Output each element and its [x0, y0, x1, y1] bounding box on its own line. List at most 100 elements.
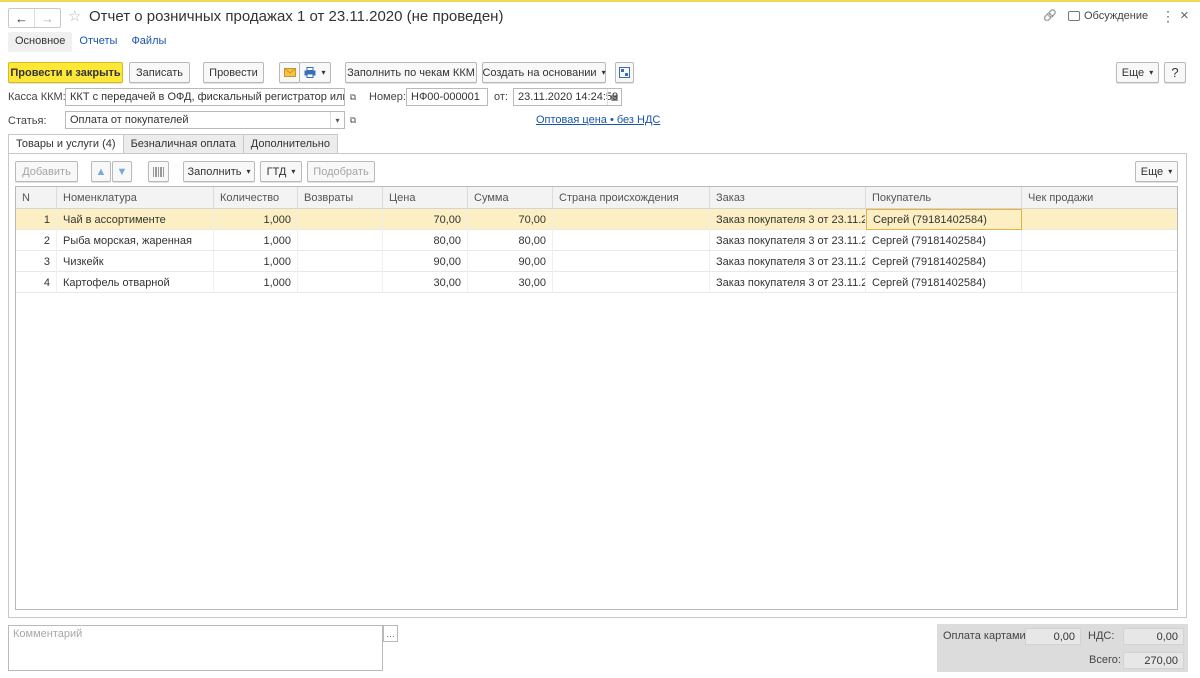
calendar-icon[interactable]: ▦ — [607, 89, 621, 105]
move-up-button[interactable]: ▲ — [91, 161, 111, 182]
cell-returns[interactable] — [298, 209, 383, 230]
arrow-down-icon: ▼ — [116, 165, 128, 178]
barcode-button[interactable] — [148, 161, 169, 182]
gtd-button[interactable]: ГТД ▾ — [260, 161, 302, 182]
cell-returns[interactable] — [298, 251, 383, 272]
price-type-link[interactable]: Оптовая цена • без НДС — [536, 114, 660, 126]
cell-sum[interactable]: 30,00 — [468, 272, 553, 293]
move-down-button[interactable]: ▼ — [112, 161, 132, 182]
save-button[interactable]: Записать — [129, 62, 190, 83]
cell-price[interactable]: 30,00 — [383, 272, 468, 293]
section-tab-files[interactable]: Файлы — [124, 32, 173, 52]
cell-buyer[interactable]: Сергей (79181402584) — [866, 272, 1022, 293]
cell-nomenclature[interactable]: Картофель отварной — [57, 272, 214, 293]
number-label: Номер: — [369, 91, 406, 103]
column-header-country[interactable]: Страна происхождения — [553, 187, 710, 208]
cell-country[interactable] — [553, 209, 710, 230]
kassa-field[interactable]: ККТ с передачей в ОФД, фискальный регист… — [65, 88, 345, 106]
cell-buyer[interactable]: Сергей (79181402584) — [866, 209, 1022, 230]
article-field[interactable]: Оплата от покупателей ▾ — [65, 111, 345, 129]
column-header-quantity[interactable]: Количество — [214, 187, 298, 208]
cell-order[interactable]: Заказ покупателя 3 от 23.11.2... — [710, 209, 866, 230]
cell-receipt[interactable] — [1022, 272, 1177, 293]
cell-sum[interactable]: 90,00 — [468, 251, 553, 272]
forward-arrow-icon[interactable]: → — [34, 9, 60, 27]
cell-buyer[interactable]: Сергей (79181402584) — [866, 230, 1022, 251]
section-tab-main[interactable]: Основное — [8, 32, 73, 52]
tab-goods-services[interactable]: Товары и услуги (4) — [8, 134, 124, 154]
star-icon[interactable]: ☆ — [68, 7, 81, 25]
cell-nomenclature[interactable]: Чизкейк — [57, 251, 214, 272]
date-field[interactable]: 23.11.2020 14:24:59 ▦ — [513, 88, 622, 106]
back-arrow-icon[interactable]: ← — [9, 9, 34, 27]
cell-order[interactable]: Заказ покупателя 3 от 23.11.2... — [710, 251, 866, 272]
tab-cashless-payment[interactable]: Безналичная оплата — [122, 134, 244, 154]
close-icon[interactable]: × — [1180, 7, 1189, 24]
add-row-button[interactable]: Добавить — [15, 161, 78, 182]
column-header-returns[interactable]: Возвраты — [298, 187, 383, 208]
column-header-receipt[interactable]: Чек продажи — [1022, 187, 1177, 208]
column-header-n[interactable]: N — [16, 187, 57, 208]
cell-receipt[interactable] — [1022, 209, 1177, 230]
cell-price[interactable]: 70,00 — [383, 209, 468, 230]
cell-quantity[interactable]: 1,000 — [214, 209, 298, 230]
table-row[interactable]: 1 Чай в ассортименте 1,000 70,00 70,00 З… — [16, 209, 1177, 230]
column-header-buyer[interactable]: Покупатель — [866, 187, 1022, 208]
comment-expand-button[interactable]: … — [383, 625, 398, 642]
cell-quantity[interactable]: 1,000 — [214, 230, 298, 251]
table-row[interactable]: 3 Чизкейк 1,000 90,00 90,00 Заказ покупа… — [16, 251, 1177, 272]
cell-sum[interactable]: 70,00 — [468, 209, 553, 230]
email-button[interactable] — [279, 62, 300, 83]
cell-nomenclature[interactable]: Рыба морская, жаренная — [57, 230, 214, 251]
cell-buyer[interactable]: Сергей (79181402584) — [866, 251, 1022, 272]
number-field[interactable]: НФ00-000001 — [406, 88, 488, 106]
cell-price[interactable]: 90,00 — [383, 251, 468, 272]
table-row[interactable]: 2 Рыба морская, жаренная 1,000 80,00 80,… — [16, 230, 1177, 251]
cell-nomenclature[interactable]: Чай в ассортименте — [57, 209, 214, 230]
print-button[interactable]: ▾ — [299, 62, 331, 83]
cell-order[interactable]: Заказ покупателя 3 от 23.11.2... — [710, 272, 866, 293]
discussion-button[interactable]: Обсуждение — [1068, 10, 1148, 22]
comment-input[interactable]: Комментарий — [8, 625, 383, 671]
post-button[interactable]: Провести — [203, 62, 264, 83]
dropdown-icon[interactable]: ▾ — [330, 112, 344, 128]
more-label: Еще — [1121, 66, 1145, 79]
cell-receipt[interactable] — [1022, 230, 1177, 251]
fill-table-button[interactable]: Заполнить ▾ — [183, 161, 255, 182]
printer-icon — [304, 67, 316, 78]
fill-by-kkm-receipts-button[interactable]: Заполнить по чекам ККМ — [345, 62, 477, 83]
column-header-nomenclature[interactable]: Номенклатура — [57, 187, 214, 208]
create-based-on-button[interactable]: Создать на основании ▾ — [482, 62, 606, 83]
table-row[interactable]: 4 Картофель отварной 1,000 30,00 30,00 З… — [16, 272, 1177, 293]
help-button[interactable]: ? — [1164, 62, 1186, 83]
cell-returns[interactable] — [298, 230, 383, 251]
total-value: 270,00 — [1123, 652, 1184, 669]
open-icon[interactable]: ⧉ — [346, 88, 360, 106]
link-icon[interactable]: 🔗 — [1043, 9, 1057, 22]
cell-returns[interactable] — [298, 272, 383, 293]
cell-sum[interactable]: 80,00 — [468, 230, 553, 251]
cell-order[interactable]: Заказ покупателя 3 от 23.11.2... — [710, 230, 866, 251]
more-vertical-icon[interactable]: ⋮ — [1161, 8, 1175, 25]
tab-additional[interactable]: Дополнительно — [242, 134, 338, 154]
structure-button[interactable] — [615, 62, 634, 83]
column-header-order[interactable]: Заказ — [710, 187, 866, 208]
column-header-price[interactable]: Цена — [383, 187, 468, 208]
column-header-sum[interactable]: Сумма — [468, 187, 553, 208]
section-tab-reports[interactable]: Отчеты — [72, 32, 124, 52]
cell-country[interactable] — [553, 251, 710, 272]
cell-country[interactable] — [553, 230, 710, 251]
open-icon[interactable]: ⧉ — [346, 111, 360, 129]
cell-quantity[interactable]: 1,000 — [214, 272, 298, 293]
ellipsis-icon: … — [386, 628, 395, 639]
more-button[interactable]: Еще ▾ — [1116, 62, 1159, 83]
pick-button[interactable]: Подобрать — [307, 161, 375, 182]
post-and-close-button[interactable]: Провести и закрыть — [8, 62, 123, 83]
cell-receipt[interactable] — [1022, 251, 1177, 272]
table-more-button[interactable]: Еще ▾ — [1135, 161, 1178, 182]
cell-quantity[interactable]: 1,000 — [214, 251, 298, 272]
cell-country[interactable] — [553, 272, 710, 293]
cell-price[interactable]: 80,00 — [383, 230, 468, 251]
chevron-down-icon: ▾ — [246, 167, 251, 176]
cell-n: 1 — [16, 209, 57, 230]
